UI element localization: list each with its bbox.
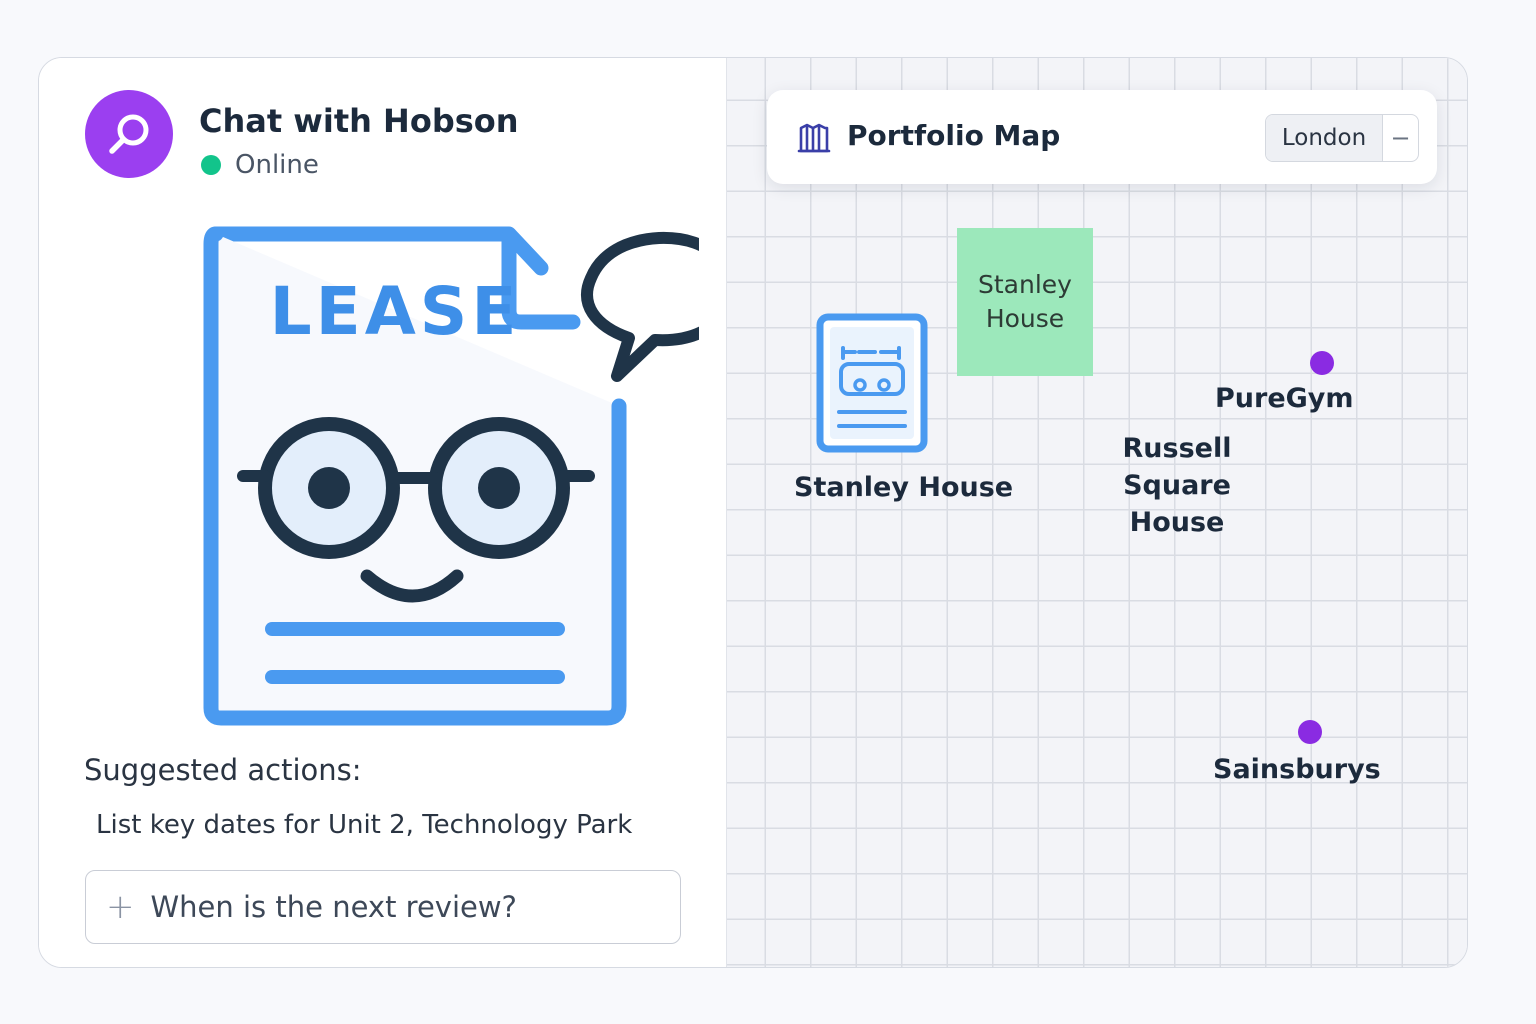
lease-heading: LEASE	[270, 273, 521, 350]
app-card: Chat with Hobson Online LEASE Suggested …	[38, 57, 1468, 968]
search-icon	[109, 114, 149, 154]
status-text: Online	[235, 150, 319, 180]
chat-title: Chat with Hobson	[199, 102, 519, 140]
suggested-action-key-dates[interactable]: List key dates for Unit 2, Technology Pa…	[96, 810, 632, 840]
chat-input-text[interactable]: When is the next review?	[151, 890, 517, 924]
region-value[interactable]: London	[1266, 115, 1382, 161]
stanley-house-block[interactable]: Stanley House	[957, 228, 1093, 376]
stanley-house-block-label: Stanley House	[978, 270, 1072, 333]
suggested-actions-label: Suggested actions:	[84, 753, 362, 787]
property-document-icon[interactable]	[815, 312, 929, 454]
portfolio-map[interactable]: Portfolio Map London − Stanley House Sta…	[727, 58, 1467, 967]
puregym-pin-icon[interactable]	[1310, 351, 1334, 375]
stanley-house-label[interactable]: Stanley House	[794, 472, 1013, 503]
sainsburys-pin-icon[interactable]	[1298, 720, 1322, 744]
chat-input[interactable]: + When is the next review?	[85, 870, 681, 944]
plus-icon[interactable]: +	[106, 890, 135, 924]
chat-panel: Chat with Hobson Online LEASE Suggested …	[39, 58, 727, 967]
online-status: Online	[201, 150, 319, 180]
puregym-label[interactable]: PureGym	[1215, 383, 1354, 414]
lease-document-illustration: LEASE	[203, 226, 699, 726]
buildings-icon	[797, 123, 831, 153]
map-title: Portfolio Map	[847, 119, 1061, 152]
region-selector[interactable]: London −	[1265, 114, 1419, 162]
zoom-out-button[interactable]: −	[1382, 115, 1418, 161]
online-dot-icon	[201, 155, 221, 175]
hobson-avatar	[85, 90, 173, 178]
russell-square-house-label[interactable]: Russell Square House	[1117, 430, 1237, 541]
sainsburys-label[interactable]: Sainsburys	[1213, 754, 1381, 785]
map-header: Portfolio Map London −	[767, 90, 1437, 184]
